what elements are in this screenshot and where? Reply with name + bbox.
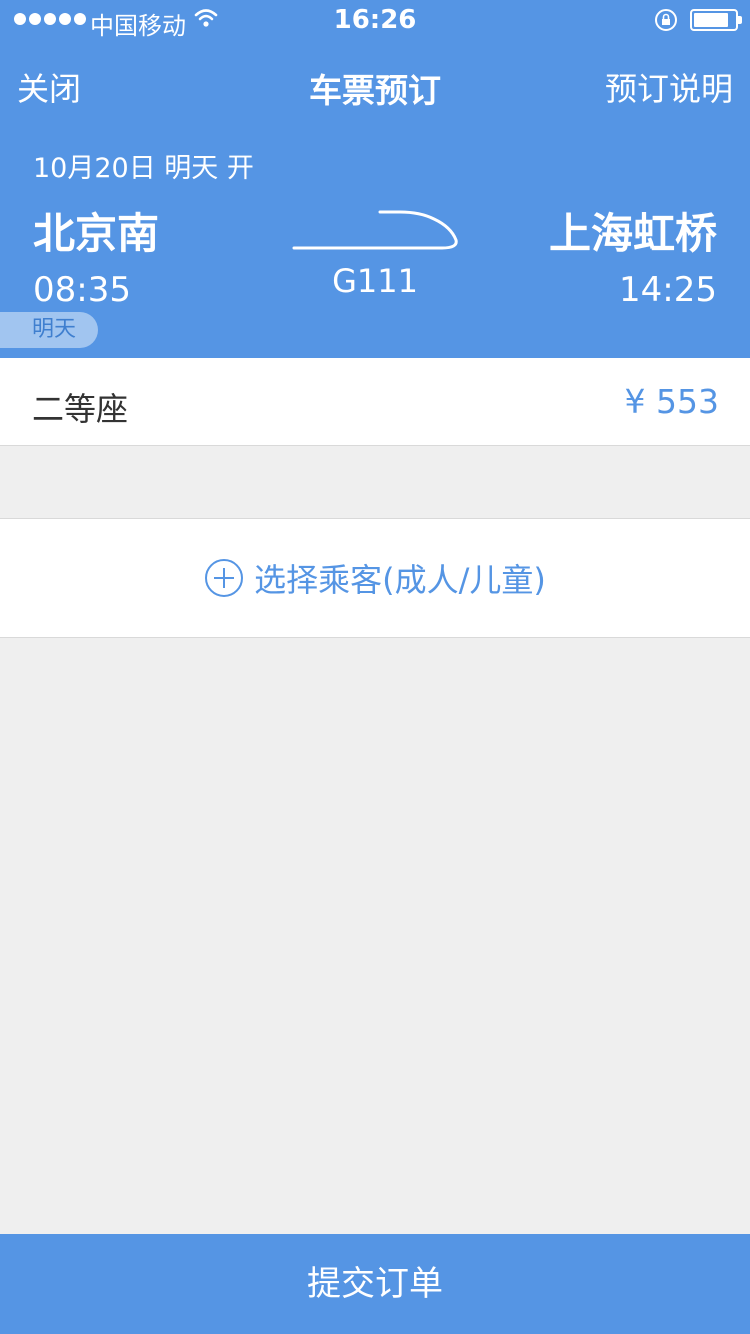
seat-type: 二等座: [32, 390, 129, 428]
arrival-station: 上海虹桥: [548, 209, 717, 258]
seat-price: ¥ 553: [624, 382, 719, 421]
select-passenger-button[interactable]: 选择乘客(成人/儿童): [0, 518, 750, 638]
day-badge: 明天: [0, 312, 98, 348]
status-time: 16:26: [333, 5, 417, 35]
rotation-lock-icon: [654, 8, 678, 36]
battery-icon: [690, 9, 742, 31]
arrival-time: 14:25: [619, 270, 717, 310]
booking-page: 中国移动 16:26 关闭 车票预订 预订说明 10月20日 明天 开 北京南 …: [0, 0, 750, 1334]
departure-time: 08:35: [33, 270, 131, 310]
train-icon: [292, 207, 460, 257]
travel-date: 10月20日 明天 开: [33, 153, 254, 184]
seat-row: 二等座 ¥ 553: [0, 358, 750, 446]
departure-station: 北京南: [33, 209, 160, 258]
booking-info-button[interactable]: 预订说明: [605, 64, 733, 110]
select-passenger-label: 选择乘客(成人/儿童): [254, 561, 546, 599]
submit-order-button[interactable]: 提交订单: [0, 1234, 750, 1334]
status-bar: 中国移动 16:26: [0, 0, 750, 40]
plus-circle-icon: [205, 559, 244, 597]
trip-header: 中国移动 16:26 关闭 车票预订 预订说明 10月20日 明天 开 北京南 …: [0, 0, 750, 358]
